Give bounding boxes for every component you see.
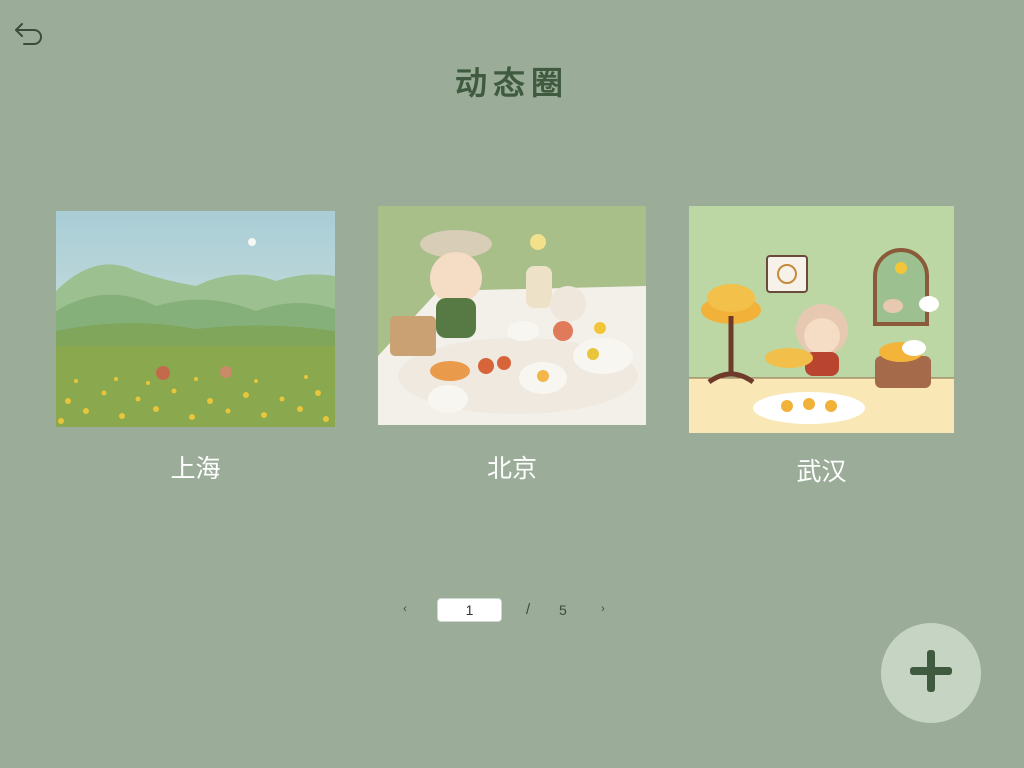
- post-card-wuhan[interactable]: 武汉: [689, 206, 954, 488]
- page-title: 动态圈: [454, 64, 569, 102]
- undo-arrow-icon: [13, 19, 45, 51]
- post-location-label: 北京: [486, 454, 537, 483]
- post-card-beijing[interactable]: 北京: [378, 206, 646, 486]
- add-post-button[interactable]: [881, 623, 981, 723]
- page-separator: /: [526, 601, 531, 618]
- pagination: ‹ / 5 ›: [390, 597, 620, 625]
- page-number-input[interactable]: [437, 598, 502, 622]
- post-location-label: 武汉: [796, 457, 847, 486]
- next-page-button[interactable]: ›: [595, 599, 611, 619]
- total-pages: 5: [559, 602, 567, 618]
- prev-page-button[interactable]: ‹: [397, 599, 413, 619]
- post-image[interactable]: [689, 206, 954, 433]
- post-location-label: 上海: [170, 454, 221, 483]
- chevron-right-icon: ›: [601, 603, 605, 615]
- post-image[interactable]: [378, 206, 646, 425]
- plus-icon: [908, 648, 954, 698]
- post-image[interactable]: [56, 211, 335, 427]
- post-card-shanghai[interactable]: 上海: [56, 211, 335, 486]
- back-button[interactable]: [12, 20, 46, 50]
- chevron-left-icon: ‹: [403, 603, 407, 615]
